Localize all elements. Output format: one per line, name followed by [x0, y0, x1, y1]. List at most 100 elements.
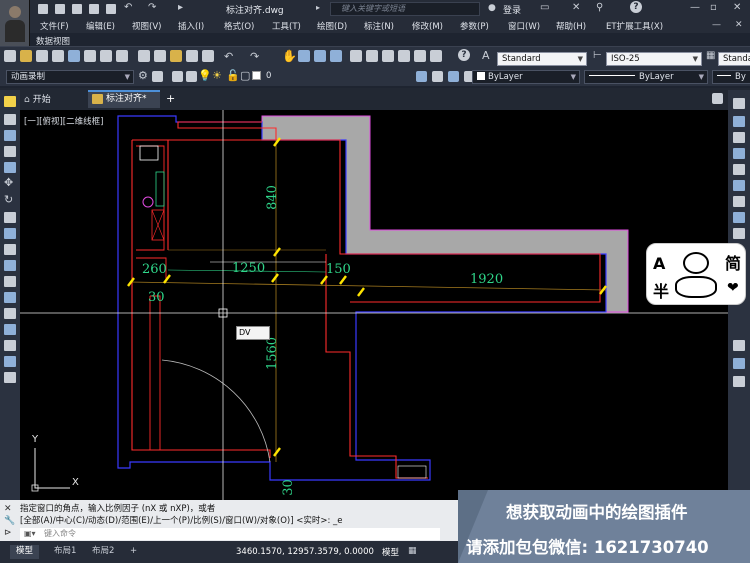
save-icon[interactable] [72, 4, 82, 14]
properties-icon[interactable] [350, 50, 362, 62]
new-tab-button[interactable]: + [166, 92, 175, 105]
zoom-realtime-icon[interactable] [298, 50, 310, 62]
dim-aligned-icon[interactable] [733, 116, 745, 127]
zoom-window-icon[interactable] [314, 50, 326, 62]
command-input[interactable]: 键入命令 [20, 528, 440, 540]
match-prop-icon[interactable] [186, 50, 198, 62]
menu-modify[interactable]: 修改(M) [412, 20, 443, 32]
preview-icon[interactable] [68, 50, 80, 62]
construction-line-icon[interactable] [4, 114, 16, 125]
menu-dimension[interactable]: 标注(N) [364, 20, 394, 32]
menu-parameters[interactable]: 参数(P) [460, 20, 489, 32]
rotate-icon[interactable]: ↻ [4, 193, 13, 206]
pan-icon[interactable]: ✋ [282, 49, 297, 63]
scale-icon[interactable] [4, 244, 16, 255]
drawing-viewport[interactable] [20, 110, 728, 500]
markup-icon[interactable] [414, 50, 426, 62]
viewport-controls[interactable]: [一][俯视][二维线框] [24, 115, 103, 127]
menu-window[interactable]: 窗口(W) [508, 20, 540, 32]
search-input[interactable]: 键入关键字或短语 [330, 2, 480, 16]
tab-model[interactable]: 模型 [10, 545, 40, 559]
cart-icon[interactable]: ▭ [540, 2, 549, 13]
tab-start[interactable]: ⌂ 开始 [24, 92, 51, 105]
grid-icon[interactable]: ▦ [408, 546, 417, 556]
stretch-icon[interactable] [4, 260, 16, 271]
add-layout-button[interactable]: + [124, 545, 143, 559]
layer-select[interactable]: 0 [262, 70, 402, 84]
menu-view[interactable]: 视图(V) [132, 20, 161, 32]
polyline-icon[interactable] [4, 130, 16, 141]
dim-baseline-icon[interactable] [733, 212, 745, 223]
copy-icon[interactable] [154, 50, 166, 62]
paste-icon[interactable] [170, 50, 182, 62]
redo-icon-2[interactable]: ↷ [250, 50, 259, 63]
color-select[interactable]: ByLayer ▼ [472, 70, 580, 84]
quick-calc-icon[interactable] [430, 50, 442, 62]
dim-diameter-icon[interactable] [733, 180, 745, 191]
chamfer-icon[interactable] [4, 324, 16, 335]
publish-icon[interactable] [84, 50, 96, 62]
dim-ordinate-icon[interactable] [733, 148, 745, 159]
linetype-select[interactable]: ByLayer ▼ [584, 70, 708, 84]
dim-linear-icon[interactable] [733, 98, 745, 109]
extend-icon[interactable] [4, 292, 16, 303]
save-icon-2[interactable] [36, 50, 48, 62]
workspace-settings-icon[interactable]: ⚙ [138, 69, 148, 82]
dim-style-select[interactable]: ISO-25 ▼ [606, 52, 702, 66]
table-style-select[interactable]: Standa [718, 52, 750, 66]
layer-previous-icon[interactable] [432, 71, 443, 82]
sheet-set-icon[interactable] [398, 50, 410, 62]
fillet-icon[interactable] [4, 340, 16, 351]
text-style-select[interactable]: Standard ▼ [497, 52, 587, 66]
menu-help[interactable]: 帮助(H) [556, 20, 586, 32]
menu-close[interactable]: ✕ [735, 20, 743, 30]
new-file-icon[interactable] [38, 4, 48, 14]
dim-continue-icon[interactable] [733, 228, 745, 239]
bulb-icon[interactable]: 💡 [198, 69, 212, 82]
new-icon[interactable] [4, 50, 16, 62]
menu-edit[interactable]: 编辑(E) [86, 20, 115, 32]
block-editor-icon[interactable] [202, 50, 214, 62]
lock-icon[interactable]: 🔓 [226, 69, 240, 82]
open-file-icon[interactable] [55, 4, 65, 14]
exchange-icon[interactable]: ✕ [572, 2, 580, 13]
help-icon-2[interactable]: ? [458, 49, 470, 61]
command-close-icon[interactable]: ✕ [4, 504, 12, 514]
redo-icon[interactable]: ↷ [148, 2, 156, 13]
undo-icon-2[interactable]: ↶ [224, 50, 233, 63]
polygon-icon[interactable] [4, 146, 16, 157]
model-space-label[interactable]: 模型 [382, 546, 399, 558]
design-center-icon[interactable] [366, 50, 378, 62]
dim-arc-icon[interactable] [733, 132, 745, 143]
menu-file[interactable]: 文件(F) [40, 20, 69, 32]
palette-toggle-icon[interactable] [712, 93, 723, 104]
command-dropdown-icon[interactable]: ▣▾ [24, 529, 36, 538]
3d-print-icon[interactable] [100, 50, 112, 62]
layer-color-icon[interactable]: ▢ [240, 69, 250, 82]
lineweight-select[interactable]: By [712, 70, 750, 84]
copy-tool-icon[interactable] [4, 212, 16, 223]
close-button[interactable]: ✕ [733, 2, 741, 13]
menu-format[interactable]: 格式(O) [224, 20, 254, 32]
minimize-button[interactable]: — [690, 2, 700, 13]
dim-tedit-icon[interactable] [733, 358, 745, 369]
menu-insert[interactable]: 插入(I) [178, 20, 204, 32]
menu-et-tools[interactable]: ET扩展工具(X) [606, 20, 663, 32]
command-settings-icon[interactable]: 🔧 [4, 516, 15, 526]
help-icon[interactable]: ? [630, 1, 642, 13]
sun-icon[interactable]: ☀ [212, 69, 222, 82]
share-icon[interactable]: ▸ [178, 2, 183, 13]
make-current-icon[interactable] [416, 71, 427, 82]
layer-isolate-icon[interactable] [448, 71, 459, 82]
move-icon[interactable]: ✥ [4, 176, 13, 189]
dim-override-icon[interactable] [733, 376, 745, 387]
menu-draw[interactable]: 绘图(D) [317, 20, 347, 32]
menu-minimize[interactable]: — [712, 20, 721, 30]
save-as-icon[interactable] [89, 4, 99, 14]
offset-icon[interactable] [4, 372, 16, 383]
open-icon[interactable] [20, 50, 32, 62]
menu-tools[interactable]: 工具(T) [272, 20, 301, 32]
sheet-icon[interactable] [116, 50, 128, 62]
plot-icon[interactable] [52, 50, 64, 62]
trim-icon[interactable] [4, 276, 16, 287]
